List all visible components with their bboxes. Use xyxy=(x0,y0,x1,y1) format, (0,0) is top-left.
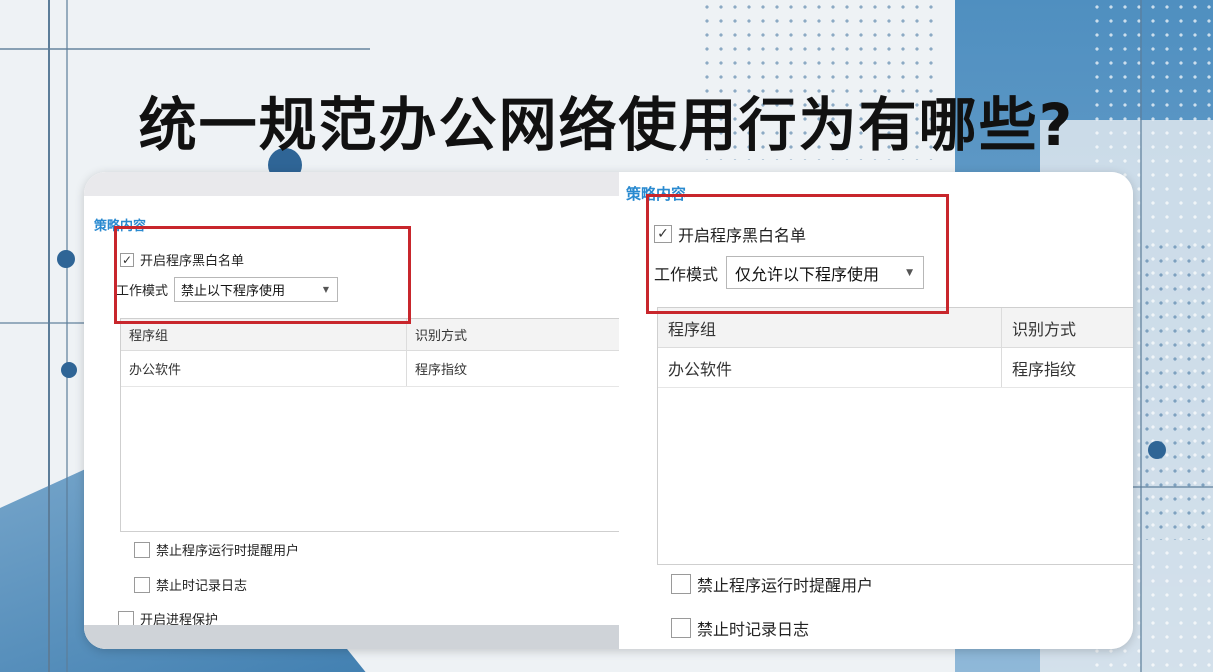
table-row[interactable]: 办公软件 程序指纹 xyxy=(121,351,619,387)
policy-panel-left: 策略内容 ✓ 开启程序黑白名单 工作模式 禁止以下程序使用 ▼ 程序组 识别方式… xyxy=(84,172,619,649)
bg-line xyxy=(1130,486,1213,488)
checkbox-label: 禁止程序运行时提醒用户 xyxy=(156,544,300,559)
bg-line xyxy=(0,48,370,50)
remind-user-checkbox[interactable]: 禁止程序运行时提醒用户 xyxy=(134,540,299,559)
checkbox-box[interactable] xyxy=(671,618,691,638)
table-row[interactable]: 办公软件 程序指纹 xyxy=(658,348,1133,388)
checkbox-box[interactable] xyxy=(134,541,150,558)
screenshot-card: 策略内容 ✓ 开启程序黑白名单 工作模式 禁止以下程序使用 ▼ 程序组 识别方式… xyxy=(84,172,1133,649)
bg-dot xyxy=(57,250,75,268)
bg-dot xyxy=(61,362,77,378)
program-group-table: 程序组 识别方式 办公软件 程序指纹 xyxy=(120,318,619,532)
log-on-block-checkbox[interactable]: 禁止时记录日志 xyxy=(671,616,809,640)
bg-line xyxy=(0,322,90,324)
cell-program-group: 办公软件 xyxy=(668,359,733,379)
column-header-identify-method[interactable]: 识别方式 xyxy=(1001,308,1133,347)
column-header-identify-method[interactable]: 识别方式 xyxy=(406,319,619,350)
page-headline: 统一规范办公网络使用行为有哪些? xyxy=(138,91,1075,159)
program-group-table: 程序组 识别方式 办公软件 程序指纹 xyxy=(657,307,1133,565)
panel-top-bar xyxy=(84,172,619,196)
cell-identify-method: 程序指纹 xyxy=(406,351,619,386)
checkbox-label: 禁止时记录日志 xyxy=(156,579,248,594)
cell-identify-method: 程序指纹 xyxy=(1001,348,1133,387)
checkbox-label: 禁止时记录日志 xyxy=(697,620,810,639)
checkbox-label: 禁止程序运行时提醒用户 xyxy=(697,576,874,595)
remind-user-checkbox[interactable]: 禁止程序运行时提醒用户 xyxy=(671,572,873,596)
highlight-frame xyxy=(114,226,411,324)
cell-program-group: 办公软件 xyxy=(129,363,182,378)
panel-bottom-bar xyxy=(84,625,619,649)
log-on-block-checkbox[interactable]: 禁止时记录日志 xyxy=(134,575,247,594)
checkbox-box[interactable] xyxy=(671,574,691,594)
bg-dot-pattern xyxy=(1140,240,1213,540)
policy-panel-right: 策略内容 ✓ 开启程序黑白名单 工作模式 仅允许以下程序使用 ▼ 程序组 识别方… xyxy=(619,172,1133,649)
checkbox-box[interactable] xyxy=(134,576,150,593)
highlight-frame xyxy=(646,194,949,314)
table-header: 程序组 识别方式 xyxy=(658,308,1133,348)
bg-dot xyxy=(1148,441,1166,459)
